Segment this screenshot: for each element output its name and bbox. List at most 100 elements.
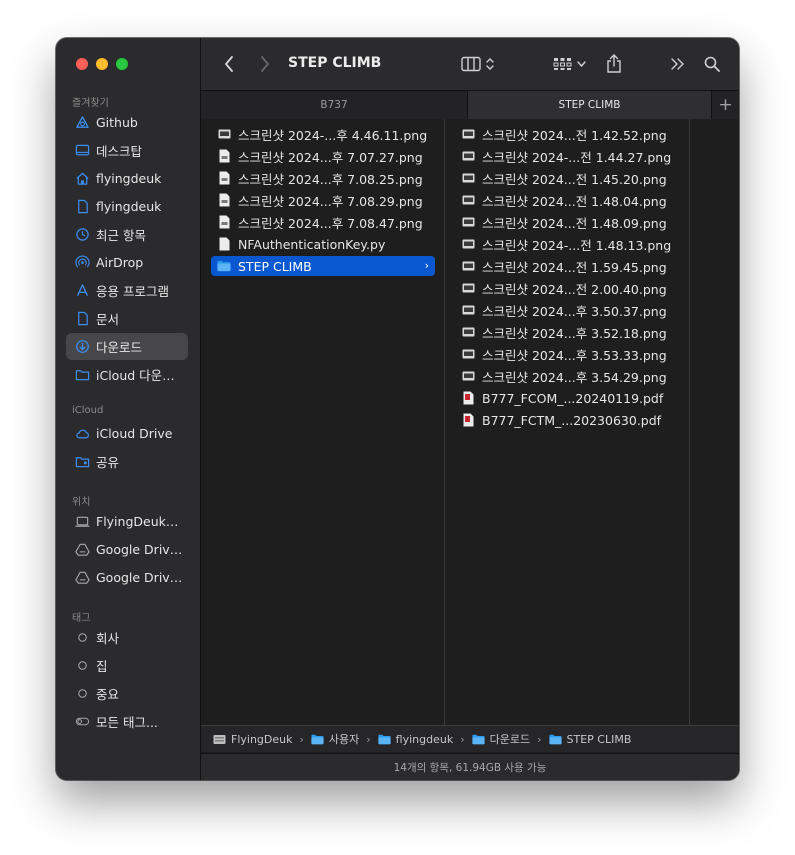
share-icon	[607, 54, 621, 73]
file-name: 스크린샷 2024...후 3.54.29.png	[482, 369, 667, 385]
path-crumb[interactable]: 다운로드	[472, 731, 530, 747]
file-row[interactable]: 스크린샷 2024...후 7.07.27.png	[211, 146, 435, 166]
file-row[interactable]: 스크린샷 2024...전 1.59.45.png	[455, 256, 680, 276]
sidebar-item[interactable]: iCloud 다운…	[66, 361, 188, 388]
file-row[interactable]: 스크린샷 2024...전 1.48.04.png	[455, 190, 680, 210]
file-row[interactable]: 스크린샷 2024...후 3.50.37.png	[455, 300, 680, 320]
path-crumb[interactable]: 사용자	[311, 731, 359, 747]
file-row[interactable]: 스크린샷 2024...후 7.08.47.png	[211, 212, 435, 232]
sidebar-item[interactable]: 공유	[66, 448, 188, 475]
path-crumb[interactable]: STEP CLIMB	[548, 732, 632, 746]
sidebar-item[interactable]: 집	[66, 652, 188, 679]
hard-drive-icon	[213, 734, 226, 745]
tab-bar: B737 STEP CLIMB +	[201, 90, 739, 120]
path-bar: FlyingDeuk › 사용자 › flyingdeuk › 다운로드 › STEP CLIM…	[201, 725, 739, 752]
search-icon	[704, 56, 720, 72]
path-crumb-label: flyingdeuk	[395, 732, 454, 746]
tag-circle-icon	[73, 630, 91, 646]
sidebar-item[interactable]: Google Driv…	[66, 536, 188, 563]
share-button[interactable]	[603, 52, 625, 76]
file-name: 스크린샷 2024...전 1.48.04.png	[482, 193, 667, 209]
file-row[interactable]: B777_FCTM_...20230630.pdf	[455, 410, 680, 430]
sidebar-item-label: iCloud Drive	[96, 426, 173, 441]
sidebar-item[interactable]: 다운로드	[66, 333, 188, 360]
forward-button[interactable]	[255, 52, 275, 76]
file-name: NFAuthenticationKey.py	[238, 236, 386, 252]
file-row[interactable]: B777_FCOM_...20240119.pdf	[455, 388, 680, 408]
path-crumb[interactable]: FlyingDeuk	[213, 733, 292, 746]
columns-view-icon	[461, 56, 481, 72]
sidebar-item[interactable]: AirDrop	[66, 249, 188, 276]
selected-folder-row[interactable]: STEP CLIMB ›	[211, 256, 435, 276]
file-row[interactable]: 스크린샷 2024...전 1.45.20.png	[455, 168, 680, 188]
applications-icon	[73, 283, 91, 299]
airdrop-icon	[73, 255, 91, 271]
sidebar-item[interactable]: 응용 프로그램	[66, 277, 188, 304]
sidebar-item-label: iCloud 다운…	[96, 368, 175, 383]
file-row[interactable]: 스크린샷 2024...후 3.54.29.png	[455, 366, 680, 386]
tab-step-climb[interactable]: STEP CLIMB	[468, 91, 711, 119]
traffic-lights	[76, 58, 128, 70]
new-tab-button[interactable]: +	[711, 91, 739, 119]
file-row[interactable]: 스크린샷 2024-...전 1.48.13.png	[455, 234, 680, 254]
sidebar-item[interactable]: iCloud Drive	[66, 420, 188, 447]
sidebar-item-label: 문서	[96, 312, 120, 327]
path-crumb-label: 사용자	[328, 733, 360, 746]
sidebar-item[interactable]: 문서	[66, 305, 188, 332]
group-by-button[interactable]	[549, 52, 589, 76]
sidebar-item[interactable]: FlyingDeuk…	[66, 508, 188, 535]
file-row[interactable]: 스크린샷 2024-...후 4.46.11.png	[211, 124, 435, 144]
file-name: 스크린샷 2024...전 1.48.09.png	[482, 215, 667, 231]
close-button[interactable]	[76, 58, 88, 70]
sidebar-item[interactable]: 모든 태그...	[66, 708, 188, 735]
file-row[interactable]: 스크린샷 2024...후 7.08.29.png	[211, 190, 435, 210]
file-name: 스크린샷 2024...후 7.08.29.png	[238, 193, 423, 209]
sidebar-item[interactable]: 회사	[66, 624, 188, 651]
file-row[interactable]: 스크린샷 2024...전 1.48.09.png	[455, 212, 680, 232]
sidebar-item-label: FlyingDeuk…	[96, 514, 179, 529]
search-button[interactable]	[701, 52, 723, 76]
more-toolbar-button[interactable]	[667, 52, 689, 76]
sidebar-item-label: Github	[96, 115, 138, 130]
path-separator: ›	[366, 732, 371, 746]
file-row[interactable]: 스크린샷 2024...전 2.00.40.png	[455, 278, 680, 298]
tab-b737[interactable]: B737	[201, 91, 468, 119]
view-mode-button[interactable]	[457, 52, 499, 76]
file-name: 스크린샷 2024...후 7.08.47.png	[238, 215, 423, 231]
file-row[interactable]: 스크린샷 2024-...전 1.44.27.png	[455, 146, 680, 166]
screenshot-icon	[461, 258, 475, 274]
sidebar-item-label: flyingdeuk	[96, 171, 162, 186]
sidebar-item-label: Google Driv…	[96, 542, 183, 557]
sidebar-item[interactable]: 데스크탑	[66, 137, 188, 164]
sidebar-item[interactable]: 최근 항목	[66, 221, 188, 248]
tag-circle-icon	[73, 658, 91, 674]
minimize-button[interactable]	[96, 58, 108, 70]
file-row[interactable]: 스크린샷 2024...후 3.52.18.png	[455, 322, 680, 342]
file-row[interactable]: 스크린샷 2024...후 7.08.25.png	[211, 168, 435, 188]
sidebar-item[interactable]: 중요	[66, 680, 188, 707]
path-crumb[interactable]: flyingdeuk	[378, 732, 454, 746]
sidebar-section-heading: 위치	[72, 497, 91, 508]
file-name: 스크린샷 2024-...전 1.48.13.png	[482, 237, 672, 253]
sidebar-item[interactable]: flyingdeuk	[66, 165, 188, 192]
chevron-left-icon	[225, 56, 233, 72]
sidebar-item[interactable]: Github	[66, 109, 188, 136]
sidebar-item[interactable]: flyingdeuk	[66, 193, 188, 220]
sidebar-section-heading: 즐겨찾기	[72, 98, 109, 109]
file-row[interactable]: NFAuthenticationKey.py	[211, 234, 435, 254]
document-icon	[73, 199, 91, 215]
path-crumb-label: STEP CLIMB	[566, 732, 632, 746]
file-name: 스크린샷 2024...후 3.52.18.png	[482, 325, 667, 341]
sidebar-item-label: 공유	[96, 455, 120, 470]
path-separator: ›	[460, 732, 465, 746]
sidebar-item[interactable]: Google Driv…	[66, 564, 188, 591]
file-row[interactable]: 스크린샷 2024...전 1.42.52.png	[455, 124, 680, 144]
file-name: B777_FCTM_...20230630.pdf	[482, 412, 662, 428]
sidebar-item-label: 최근 항목	[96, 228, 146, 243]
path-crumb-label: FlyingDeuk	[231, 732, 293, 746]
python-file-icon	[217, 236, 231, 252]
file-name: 스크린샷 2024...전 1.59.45.png	[482, 259, 667, 275]
file-row[interactable]: 스크린샷 2024...후 3.53.33.png	[455, 344, 680, 364]
zoom-button[interactable]	[116, 58, 128, 70]
back-button[interactable]	[219, 52, 239, 76]
